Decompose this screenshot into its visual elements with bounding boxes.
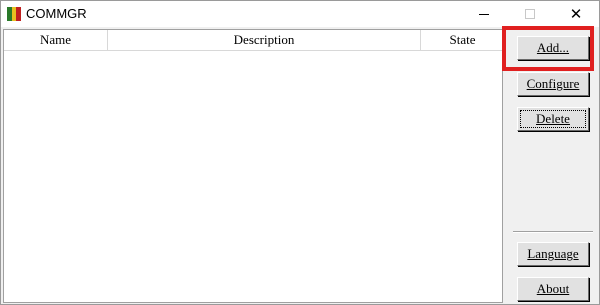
column-header-description[interactable]: Description (108, 30, 421, 50)
title-bar: COMMGR ✕ (1, 1, 599, 27)
close-button[interactable]: ✕ (553, 1, 599, 27)
configure-button[interactable]: Configure (517, 72, 589, 96)
delete-button[interactable]: Delete (517, 107, 589, 131)
commgr-window: COMMGR ✕ Name Description State Add... C… (0, 0, 600, 305)
window-title: COMMGR (26, 6, 87, 21)
minimize-icon (479, 13, 489, 15)
list-header: Name Description State (4, 30, 505, 51)
commands-list[interactable]: Name Description State (3, 29, 505, 303)
about-button[interactable]: About (517, 277, 589, 301)
flag-stripe-red (16, 7, 22, 21)
column-header-state[interactable]: State (421, 30, 505, 50)
maximize-icon (525, 9, 535, 19)
column-header-name[interactable]: Name (4, 30, 108, 50)
add-button[interactable]: Add... (517, 36, 589, 60)
close-icon: ✕ (569, 5, 583, 23)
language-button[interactable]: Language (517, 242, 589, 266)
button-separator (513, 231, 593, 233)
maximize-button[interactable] (507, 1, 553, 27)
app-flag-icon (7, 7, 22, 21)
minimize-button[interactable] (461, 1, 507, 27)
